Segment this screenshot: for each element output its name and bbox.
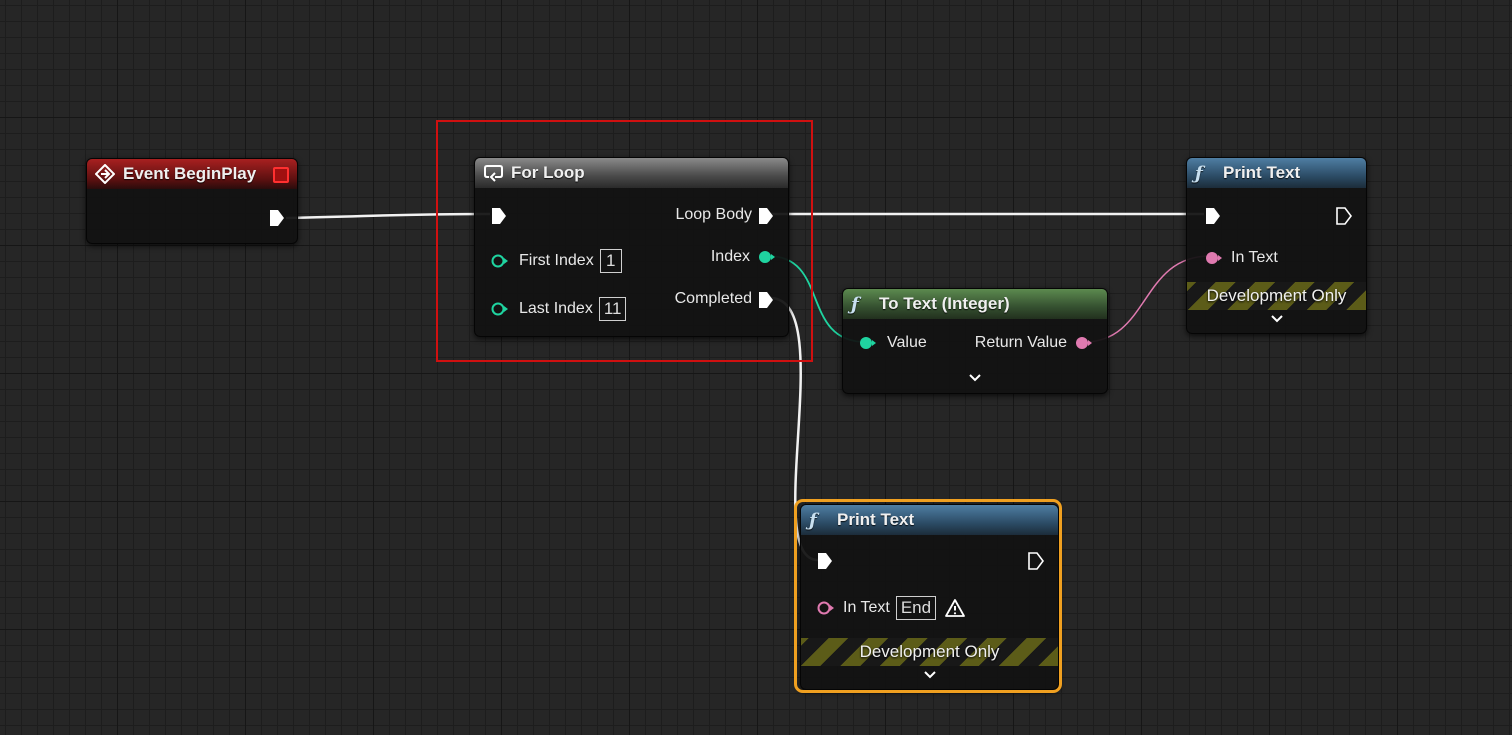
last-index-input[interactable]: 11 xyxy=(598,297,627,321)
return-value-label: Return Value xyxy=(974,334,1067,351)
first-index-input[interactable]: 1 xyxy=(599,249,622,273)
print-text-bottom-header[interactable]: ƒ Print Text xyxy=(801,505,1058,535)
delegate-square-icon[interactable] xyxy=(273,167,289,183)
print-text-top-title: Print Text xyxy=(1223,163,1301,182)
index-label: Index xyxy=(710,248,750,265)
event-begin-play-title: Event BeginPlay xyxy=(123,164,257,183)
first-index-label: First Index xyxy=(519,252,594,269)
wire-layer xyxy=(285,212,1211,562)
to-text-header[interactable]: ƒ To Text (Integer) xyxy=(843,289,1107,319)
event-begin-play-node[interactable]: Event BeginPlay xyxy=(86,158,298,244)
print-text-top-header[interactable]: ƒ Print Text xyxy=(1187,158,1366,188)
for-loop-exec-in-pin[interactable] xyxy=(491,207,506,224)
value-in-pin[interactable] xyxy=(859,336,876,350)
last-index-label: Last Index xyxy=(519,300,593,317)
event-begin-play-header[interactable]: Event BeginPlay xyxy=(87,159,297,189)
print-text-bottom-title: Print Text xyxy=(837,510,915,529)
value-label: Value xyxy=(887,334,927,351)
for-loop-node[interactable]: For Loop First Index 1 Last Index 11 Loo… xyxy=(474,157,789,337)
print-bottom-in-text-label: In Text xyxy=(843,599,890,616)
development-only-banner: Development Only xyxy=(801,638,1058,666)
index-out-pin[interactable] xyxy=(758,250,775,264)
to-text-integer-node[interactable]: ƒ To Text (Integer) Value Return Value xyxy=(842,288,1108,394)
function-icon: ƒ xyxy=(851,293,859,315)
print-text-node-bottom[interactable]: ƒ Print Text In Text End Development Onl… xyxy=(800,504,1059,690)
print-bottom-in-text-input[interactable]: End xyxy=(895,596,937,620)
loop-body-label: Loop Body xyxy=(675,206,752,223)
print-top-exec-in-pin[interactable] xyxy=(1205,207,1220,224)
last-index-pin[interactable] xyxy=(491,302,508,316)
event-exec-out-pin[interactable] xyxy=(269,209,284,226)
return-value-pin[interactable] xyxy=(1075,336,1092,350)
print-bottom-exec-in-pin[interactable] xyxy=(817,552,832,569)
first-index-pin[interactable] xyxy=(491,254,508,268)
print-top-in-text-pin[interactable] xyxy=(1205,251,1222,265)
print-text-node-top[interactable]: ƒ Print Text In Text Development Only xyxy=(1186,157,1367,334)
print-top-in-text-label: In Text xyxy=(1231,249,1278,266)
to-text-title: To Text (Integer) xyxy=(879,294,1010,313)
expand-chevron-icon[interactable] xyxy=(968,373,982,383)
print-top-exec-out-pin[interactable] xyxy=(1336,207,1352,225)
for-loop-header[interactable]: For Loop xyxy=(475,158,788,188)
print-bottom-exec-out-pin[interactable] xyxy=(1028,552,1044,570)
for-loop-title: For Loop xyxy=(511,163,585,182)
function-icon: ƒ xyxy=(809,509,817,531)
expand-chevron-icon[interactable] xyxy=(923,670,937,680)
event-diamond-icon xyxy=(95,164,117,184)
function-icon: ƒ xyxy=(1195,162,1203,184)
completed-label: Completed xyxy=(674,290,752,307)
print-bottom-in-text-pin[interactable] xyxy=(817,601,834,615)
exec-wire-begin-to-loop xyxy=(285,212,491,220)
completed-exec-out-pin[interactable] xyxy=(758,291,773,308)
loop-body-exec-out-pin[interactable] xyxy=(758,207,773,224)
loop-macro-icon xyxy=(483,163,507,183)
development-only-banner: Development Only xyxy=(1187,282,1366,310)
warning-icon xyxy=(944,598,966,618)
expand-chevron-icon[interactable] xyxy=(1270,314,1284,324)
